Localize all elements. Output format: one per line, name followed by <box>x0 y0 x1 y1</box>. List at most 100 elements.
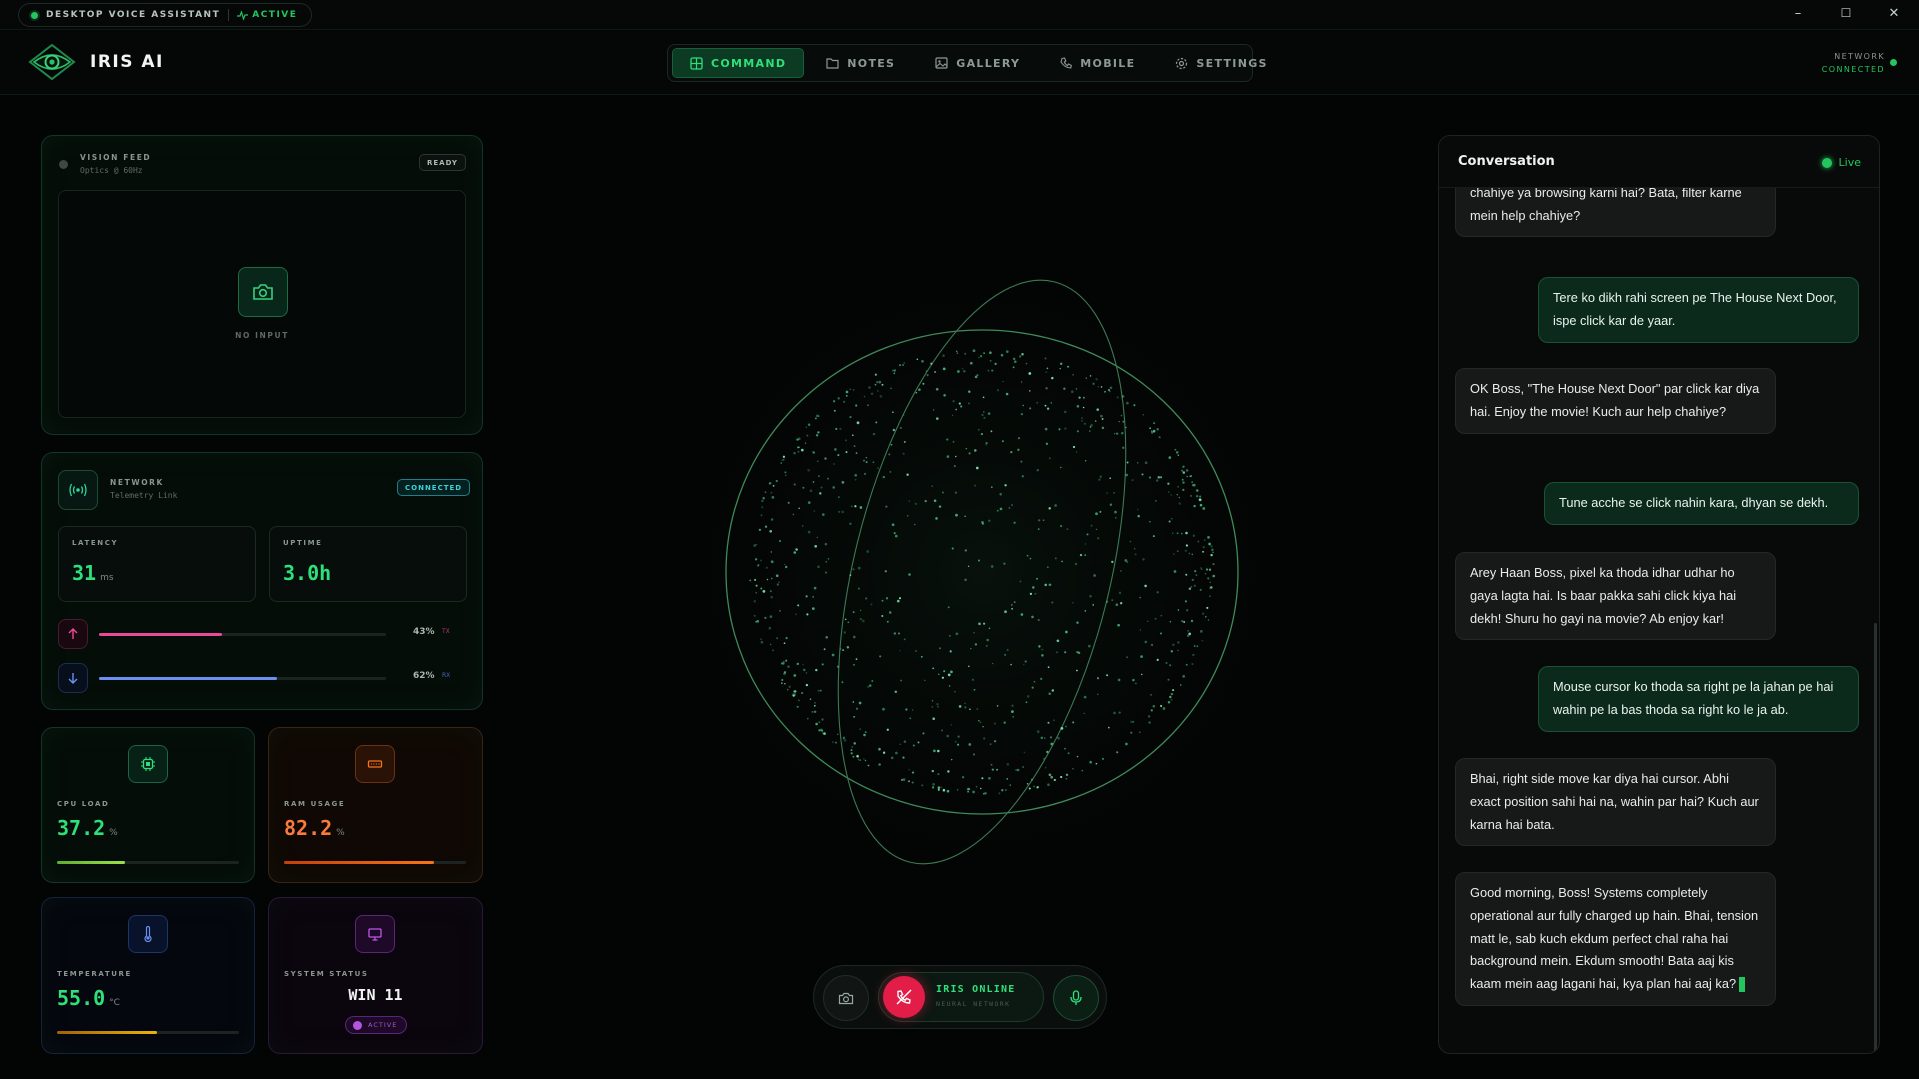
tab-command[interactable]: COMMAND <box>672 48 805 78</box>
minimize-button[interactable]: – <box>1788 6 1808 21</box>
ram-bar <box>284 861 466 864</box>
activity-icon <box>237 10 249 20</box>
tab-notes-label: NOTES <box>847 56 896 70</box>
tx-label: TX <box>442 628 450 635</box>
tab-settings-label: SETTINGS <box>1196 56 1268 70</box>
vision-feed-panel: VISION FEED Optics @ 60Hz READY NO INPUT <box>41 135 483 435</box>
sphere-orbit-ring <box>837 279 1127 865</box>
cpu-card: CPU LOAD 37.2 % <box>41 727 255 883</box>
conversation-panel: Conversation Live liye. Wahan pe search … <box>1438 135 1880 1054</box>
tab-gallery[interactable]: GALLERY <box>917 48 1038 78</box>
microphone-button[interactable] <box>1053 975 1099 1021</box>
system-active-badge: ACTIVE <box>345 1016 407 1034</box>
app-title: IRIS AI <box>90 52 164 72</box>
vision-status-dot-icon <box>59 160 68 169</box>
status-dot-icon <box>31 11 38 19</box>
rx-bar <box>99 677 386 680</box>
message-user: Tere ko dikh rahi screen pe The House Ne… <box>1538 277 1859 343</box>
camera-icon[interactable] <box>238 267 288 317</box>
system-active-label: ACTIVE <box>368 1021 398 1029</box>
tx-bar <box>99 633 386 636</box>
cpu-unit: % <box>109 828 118 838</box>
ram-value: 82.2 <box>284 816 333 840</box>
cpu-chip-icon <box>128 745 168 783</box>
phone-off-icon <box>896 989 912 1005</box>
memory-icon <box>355 745 395 783</box>
iris-online-pill: IRIS ONLINE NEURAL NETWORK <box>878 972 1044 1022</box>
conversation-scrollbar[interactable] <box>1874 623 1877 1053</box>
latency-readout: 31 ms <box>72 561 114 585</box>
maximize-button[interactable]: ☐ <box>1836 6 1856 20</box>
latency-unit: ms <box>100 573 114 583</box>
active-label: ACTIVE <box>252 10 298 20</box>
network-status-text: CONNECTED <box>1821 65 1885 74</box>
vision-ready-badge: READY <box>419 154 466 171</box>
cpu-readout: 37.2 % <box>57 816 118 840</box>
voice-control-bar: IRIS ONLINE NEURAL NETWORK <box>813 965 1107 1029</box>
message-ai: OK Boss, "The House Next Door" par click… <box>1455 368 1776 434</box>
temperature-value: 55.0 <box>57 986 106 1010</box>
tx-percent: 43% <box>413 627 435 637</box>
no-input-label: NO INPUT <box>235 331 289 340</box>
network-dot-icon <box>1890 59 1897 66</box>
app-status-pill: DESKTOP VOICE ASSISTANT ACTIVE <box>18 3 313 27</box>
cpu-value: 37.2 <box>57 816 106 840</box>
network-title: NETWORK <box>110 478 164 487</box>
cpu-bar <box>57 861 239 864</box>
live-dot-icon <box>1821 157 1832 168</box>
message-user: Mouse cursor ko thoda sa right pe la jah… <box>1538 666 1859 732</box>
ram-card: RAM USAGE 82.2 % <box>268 727 483 883</box>
grid-icon <box>690 56 703 70</box>
vision-viewport[interactable]: NO INPUT <box>58 190 466 418</box>
temperature-card: TEMPERATURE 55.0 °C <box>41 897 255 1054</box>
live-indicator: Live <box>1821 156 1861 169</box>
image-icon <box>935 57 948 69</box>
download-arrow-icon <box>58 663 88 693</box>
title-bar: DESKTOP VOICE ASSISTANT ACTIVE – ☐ ✕ <box>0 0 1919 30</box>
tab-notes[interactable]: NOTES <box>808 48 913 78</box>
sphere-ring <box>725 329 1239 815</box>
latency-value: 31 <box>72 561 97 585</box>
network-subtitle: Telemetry Link <box>110 491 178 500</box>
monitor-icon <box>355 915 395 953</box>
network-connected-badge: CONNECTED <box>397 479 471 496</box>
thermometer-icon <box>128 915 168 953</box>
latency-card: LATENCY 31 ms <box>58 526 256 602</box>
live-label: Live <box>1838 156 1861 169</box>
camera-button[interactable] <box>823 975 869 1021</box>
tab-mobile[interactable]: MOBILE <box>1042 48 1153 78</box>
ram-label: RAM USAGE <box>284 800 346 808</box>
tab-settings[interactable]: SETTINGS <box>1157 48 1285 78</box>
typing-cursor <box>1739 977 1746 993</box>
vision-feed-subtitle: Optics @ 60Hz <box>80 166 143 175</box>
active-dot-icon <box>353 1020 362 1030</box>
app-active-status: ACTIVE <box>237 10 297 20</box>
rx-percent: 62% <box>413 671 435 681</box>
conversation-title: Conversation <box>1458 154 1555 169</box>
uptime-card: UPTIME 3.0h <box>269 526 467 602</box>
eye-logo-icon <box>28 44 76 80</box>
ram-unit: % <box>336 828 345 838</box>
system-status-label: SYSTEM STATUS <box>284 970 369 978</box>
broadcast-icon <box>58 470 98 510</box>
neural-network-label: NEURAL NETWORK <box>936 1000 1011 1008</box>
ram-readout: 82.2 % <box>284 816 345 840</box>
uptime-label: UPTIME <box>283 539 323 547</box>
uptime-value: 3.0h <box>283 561 332 585</box>
gear-icon <box>1176 57 1188 69</box>
hangup-button[interactable] <box>883 976 925 1018</box>
system-os-value: WIN 11 <box>348 986 403 1004</box>
divider <box>228 9 230 21</box>
message-ai: Arey Haan Boss, pixel ka thoda idhar udh… <box>1455 552 1776 641</box>
iris-online-status: IRIS ONLINE <box>936 984 1016 995</box>
main-nav: COMMAND NOTES GALLERY MOBILE SETTINGS <box>667 44 1266 82</box>
app-name: DESKTOP VOICE ASSISTANT <box>46 10 221 20</box>
close-button[interactable]: ✕ <box>1884 6 1904 21</box>
message-ai-latest: Good morning, Boss! Systems completely o… <box>1455 872 1776 1006</box>
message-text: Good morning, Boss! Systems completely o… <box>1470 885 1759 992</box>
logo: IRIS AI <box>28 44 164 80</box>
header-network-status: NETWORK CONNECTED <box>1822 50 1885 76</box>
folder-icon <box>826 58 839 69</box>
network-label: NETWORK <box>1834 52 1885 61</box>
network-panel: NETWORK Telemetry Link CONNECTED LATENCY… <box>41 452 483 710</box>
